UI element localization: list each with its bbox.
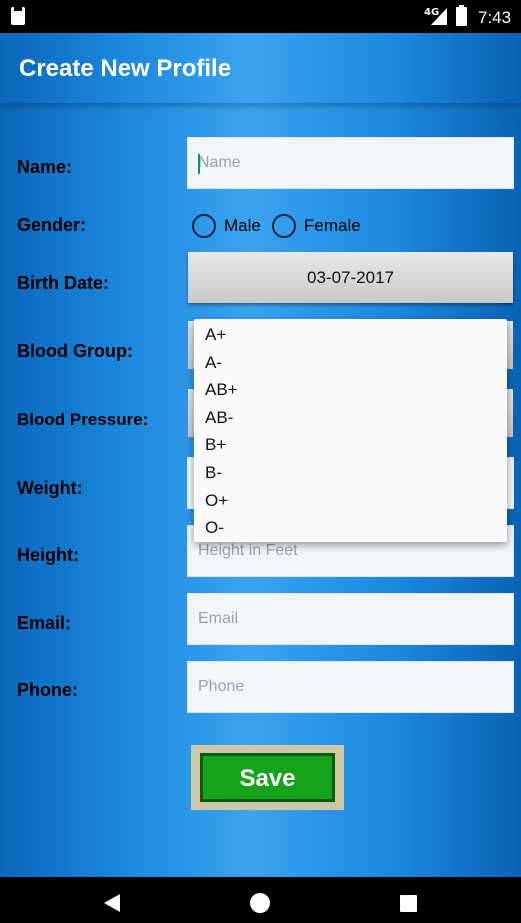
dropdown-option-b-negative[interactable]: B- <box>205 463 222 483</box>
dropdown-option-a-negative[interactable]: A- <box>205 353 222 373</box>
gender-label: Gender: <box>17 215 87 235</box>
save-button[interactable]: Save <box>200 753 335 802</box>
dropdown-option-a-positive[interactable]: A+ <box>205 325 226 345</box>
gender-male-label[interactable]: Male <box>224 216 261 236</box>
email-input[interactable]: Email <box>187 593 514 645</box>
status-bar: 4G 7:43 <box>0 0 521 33</box>
blood-pressure-label: Blood Pressure: <box>17 410 149 429</box>
dropdown-option-ab-negative[interactable]: AB- <box>205 408 233 428</box>
back-icon[interactable] <box>104 894 120 912</box>
birth-date-button[interactable]: 03-07-2017 <box>188 252 513 303</box>
home-icon[interactable] <box>250 893 270 913</box>
phone-placeholder: Phone <box>198 678 245 695</box>
email-label: Email: <box>17 613 72 633</box>
phone-input[interactable]: Phone <box>187 661 514 713</box>
save-button-frame: Save <box>191 745 344 810</box>
save-button-label: Save <box>239 765 296 792</box>
height-placeholder: Height in Feet <box>198 542 298 559</box>
sim-card-icon <box>11 7 25 25</box>
navigation-bar <box>0 877 521 923</box>
weight-label: Weight: <box>17 478 83 498</box>
phone-label: Phone: <box>17 680 78 700</box>
page-title: Create New Profile <box>19 55 232 82</box>
recent-apps-icon[interactable] <box>400 895 417 912</box>
birth-date-label: Birth Date: <box>17 273 110 293</box>
battery-icon <box>456 5 467 26</box>
dropdown-option-o-negative[interactable]: O- <box>205 518 224 538</box>
dropdown-option-ab-positive[interactable]: AB+ <box>205 380 238 400</box>
gender-female-label[interactable]: Female <box>304 216 361 236</box>
gender-male-radio[interactable] <box>192 214 216 238</box>
dropdown-option-o-positive[interactable]: O+ <box>205 491 228 511</box>
blood-group-dropdown: A+ A- AB+ AB- B+ B- O+ O- <box>194 319 507 542</box>
name-label: Name: <box>17 157 73 177</box>
name-input[interactable]: Name <box>187 137 514 189</box>
blood-group-label: Blood Group: <box>17 341 133 361</box>
app-bar: Create New Profile <box>0 33 521 103</box>
email-placeholder: Email <box>198 610 239 627</box>
height-label: Height: <box>17 545 79 565</box>
dropdown-option-b-positive[interactable]: B+ <box>205 435 226 455</box>
text-cursor <box>198 154 200 174</box>
signal-strength-icon <box>431 8 447 25</box>
create-profile-screen: Create New Profile Name: Name Gender: Ma… <box>0 33 521 877</box>
birth-date-value: 03-07-2017 <box>307 268 394 287</box>
name-placeholder: Name <box>198 154 241 171</box>
status-time: 7:43 <box>478 8 512 27</box>
gender-female-radio[interactable] <box>272 214 296 238</box>
